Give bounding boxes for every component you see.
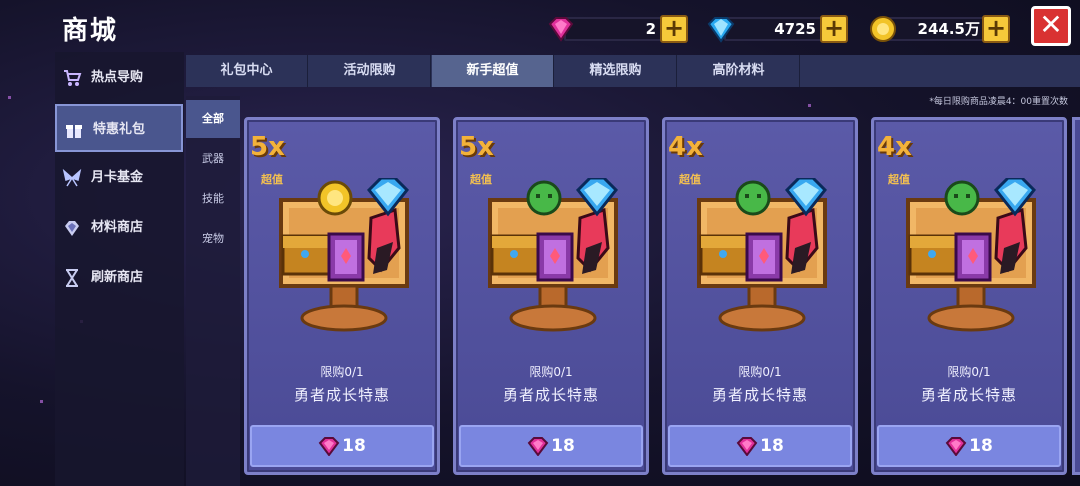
filter-weapon[interactable]: 武器 [186, 140, 240, 178]
pack-name: 勇者成长特惠 [711, 386, 808, 404]
hourglass-icon [66, 269, 78, 287]
pack-name: 勇者成长特惠 [920, 386, 1017, 404]
gift-pack-icon [488, 178, 618, 332]
pink-gem-icon [548, 17, 574, 42]
sidebar-item-label: 特惠礼包 [93, 122, 146, 137]
star-decoration [8, 96, 11, 99]
pack-card[interactable]: 4x 超值 限购0/1 勇者成长特惠 18 [871, 117, 1067, 475]
pack-card[interactable]: 5x 超值 限购0/1 勇者成长特惠 18 [453, 117, 649, 475]
purchase-limit: 限购0/1 [947, 365, 991, 379]
tab-newbie-value[interactable]: 新手超值 [432, 55, 554, 87]
wings-icon [62, 168, 82, 187]
currency-value: 2 [564, 17, 664, 41]
purchase-limit: 限购0/1 [738, 365, 782, 379]
pink-gem-icon [945, 437, 967, 457]
price-label: 18 [760, 436, 784, 456]
multiplier-badge: 5x [250, 132, 285, 162]
pack-name: 勇者成长特惠 [293, 386, 390, 404]
currency-value: 244.5万 [886, 17, 988, 41]
currency-blue-diamond: 4725 + [706, 14, 848, 44]
add-diamond-button[interactable]: + [820, 15, 848, 43]
cart-icon [64, 70, 82, 86]
tab-featured-limited[interactable]: 精选限购 [555, 55, 677, 87]
gift-pack-icon [279, 178, 409, 332]
sidebar-item-monthly-card[interactable]: 月卡基金 [55, 154, 183, 202]
currency-gold-coin: 244.5万 + [868, 14, 1012, 44]
price-label: 18 [342, 436, 366, 456]
tab-advanced-materials[interactable]: 高阶材料 [678, 55, 800, 87]
gift-icon [66, 125, 82, 138]
filter-pet[interactable]: 宠物 [186, 220, 240, 258]
filter-all[interactable]: 全部 [186, 100, 240, 138]
pack-card[interactable]: 4x 超值 限购0/1 勇者成长特惠 18 [662, 117, 858, 475]
pink-gem-icon [527, 437, 549, 457]
page-title: 商城 [62, 16, 119, 46]
close-button[interactable]: ✕ [1031, 6, 1071, 46]
reset-notice: *每日限购商品凌晨4：00重置次数 [929, 97, 1068, 107]
category-filter: 全部 武器 技能 宠物 [186, 96, 240, 486]
multiplier-badge: 4x [877, 132, 912, 162]
sidebar-item-label: 月卡基金 [91, 170, 144, 185]
sidebar-item-label: 刷新商店 [91, 270, 144, 285]
sidebar-item-label: 材料商店 [91, 220, 144, 235]
purchase-limit: 限购0/1 [320, 365, 364, 379]
sidebar-item-material-shop[interactable]: 材料商店 [55, 204, 183, 252]
pink-gem-icon [736, 437, 758, 457]
tab-gift-center[interactable]: 礼包中心 [186, 55, 308, 87]
buy-button[interactable]: 18 [877, 425, 1061, 467]
currency-value: 4725 [724, 17, 824, 41]
price-label: 18 [969, 436, 993, 456]
multiplier-badge: 4x [668, 132, 703, 162]
price-label: 18 [551, 436, 575, 456]
buy-button[interactable]: 18 [668, 425, 852, 467]
buy-button[interactable]: 18 [459, 425, 643, 467]
currency-pink-gem: 2 + [546, 14, 688, 44]
next-card-peek [1072, 117, 1080, 475]
pack-card[interactable]: 5x 超值 限购0/1 勇者成长特惠 18 [244, 117, 440, 475]
sidebar-item-label: 热点导购 [91, 70, 144, 85]
gold-coin-icon [870, 16, 896, 42]
pink-gem-icon [318, 437, 340, 457]
gem-bag-icon [65, 221, 79, 236]
gift-pack-icon [906, 178, 1036, 332]
star-decoration [808, 104, 811, 107]
sidebar-item-hot[interactable]: 热点导购 [55, 54, 183, 102]
buy-button[interactable]: 18 [250, 425, 434, 467]
tab-bar: 礼包中心 活动限购 新手超值 精选限购 高阶材料 [186, 55, 1080, 87]
star-decoration [40, 400, 43, 403]
sidebar: 热点导购 特惠礼包 月卡基金 材料商店 刷新商店 [55, 52, 184, 486]
gift-pack-icon [697, 178, 827, 332]
pack-name: 勇者成长特惠 [502, 386, 599, 404]
sidebar-item-refresh-shop[interactable]: 刷新商店 [55, 254, 183, 302]
blue-diamond-icon [707, 17, 735, 43]
sidebar-item-special-pack[interactable]: 特惠礼包 [55, 104, 183, 152]
multiplier-badge: 5x [459, 132, 494, 162]
add-pink-gem-button[interactable]: + [660, 15, 688, 43]
filter-skill[interactable]: 技能 [186, 180, 240, 218]
purchase-limit: 限购0/1 [529, 365, 573, 379]
add-gold-button[interactable]: + [982, 15, 1010, 43]
tab-event-limited[interactable]: 活动限购 [309, 55, 431, 87]
